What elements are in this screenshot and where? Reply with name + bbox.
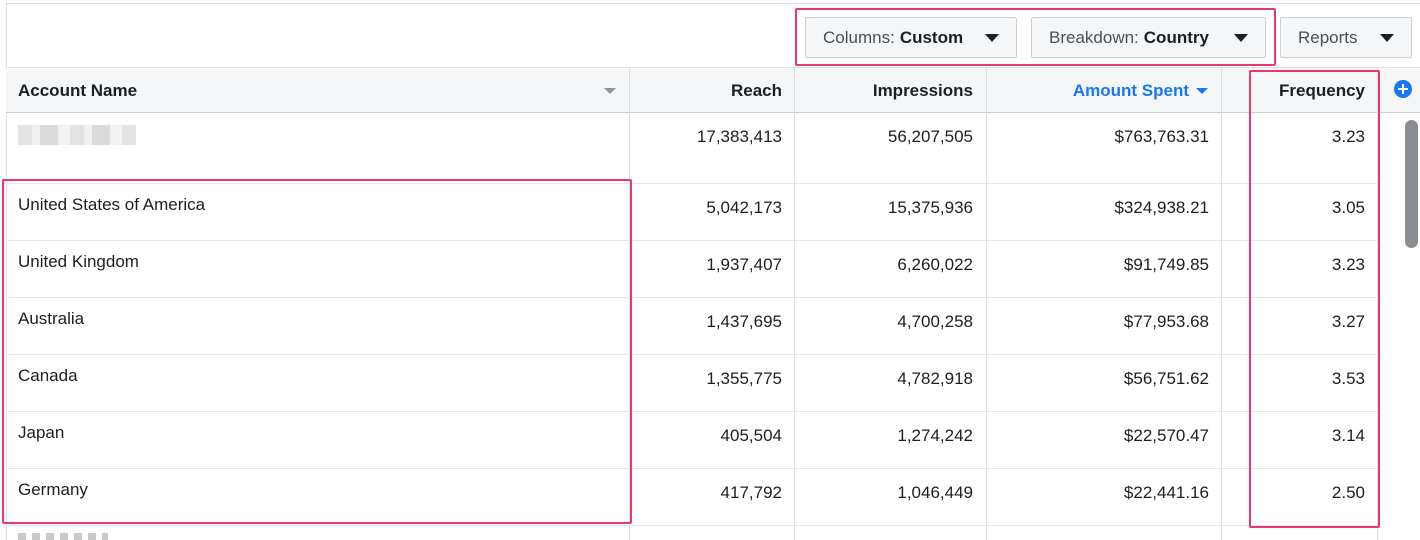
reports-dropdown[interactable]: Reports [1280,17,1412,58]
reports-label: Reports [1298,27,1358,47]
impressions-cell: 1,046,449 [897,483,973,502]
reach-cell: 1,355,775 [706,369,782,388]
highlight-toolbar-box [795,8,1276,66]
column-divider [986,67,987,540]
impressions-cell: 1,274,242 [897,426,973,445]
amount-spent-cell: $22,441.16 [1123,483,1209,502]
highlight-frequency-column-box [1249,70,1380,528]
impressions-cell: 15,375,936 [887,198,973,217]
impressions-cell: 6,260,022 [897,255,973,274]
impressions-cell: 56,207,505 [887,127,973,146]
partial-row-text-redacted [18,533,108,540]
impressions-cell: 4,782,918 [897,369,973,388]
column-header-amount-spent[interactable]: Amount Spent [986,68,1208,113]
impressions-cell: 4,700,258 [897,312,973,331]
caret-down-icon [1380,34,1394,42]
reach-cell: 5,042,173 [706,198,782,217]
amount-spent-cell: $324,938.21 [1114,198,1209,217]
account-name-redacted [18,125,136,145]
amount-spent-cell: $56,751.62 [1123,369,1209,388]
reach-cell: 1,437,695 [706,312,782,331]
column-menu-icon[interactable] [604,88,616,94]
column-header-label: Impressions [872,80,973,100]
column-header-account-name[interactable]: Account Name [18,68,618,113]
column-divider [1221,67,1222,540]
row-divider [6,525,1377,526]
column-header-label: Account Name [18,80,138,100]
plus-circle-icon[interactable] [1394,80,1412,98]
column-header-reach[interactable]: Reach [636,68,782,113]
sort-desc-icon [1196,87,1208,94]
column-header-label: Amount Spent [1072,80,1189,100]
reach-cell: 417,792 [720,483,782,502]
amount-spent-cell: $91,749.85 [1123,255,1209,274]
amount-spent-cell: $22,570.47 [1123,426,1209,445]
column-divider [794,67,795,540]
amount-spent-cell: $763,763.31 [1114,127,1209,146]
vertical-scrollbar[interactable] [1405,120,1418,248]
reach-cell: 1,937,407 [706,255,782,274]
column-header-label: Reach [730,80,782,100]
reach-cell: 17,383,413 [696,127,782,146]
highlight-country-column-box [2,179,632,524]
reach-cell: 405,504 [720,426,782,445]
table-header: Account Name Reach Impressions Amount Sp… [6,67,1420,113]
amount-spent-cell: $77,953.68 [1123,312,1209,331]
column-header-impressions[interactable]: Impressions [798,68,973,113]
